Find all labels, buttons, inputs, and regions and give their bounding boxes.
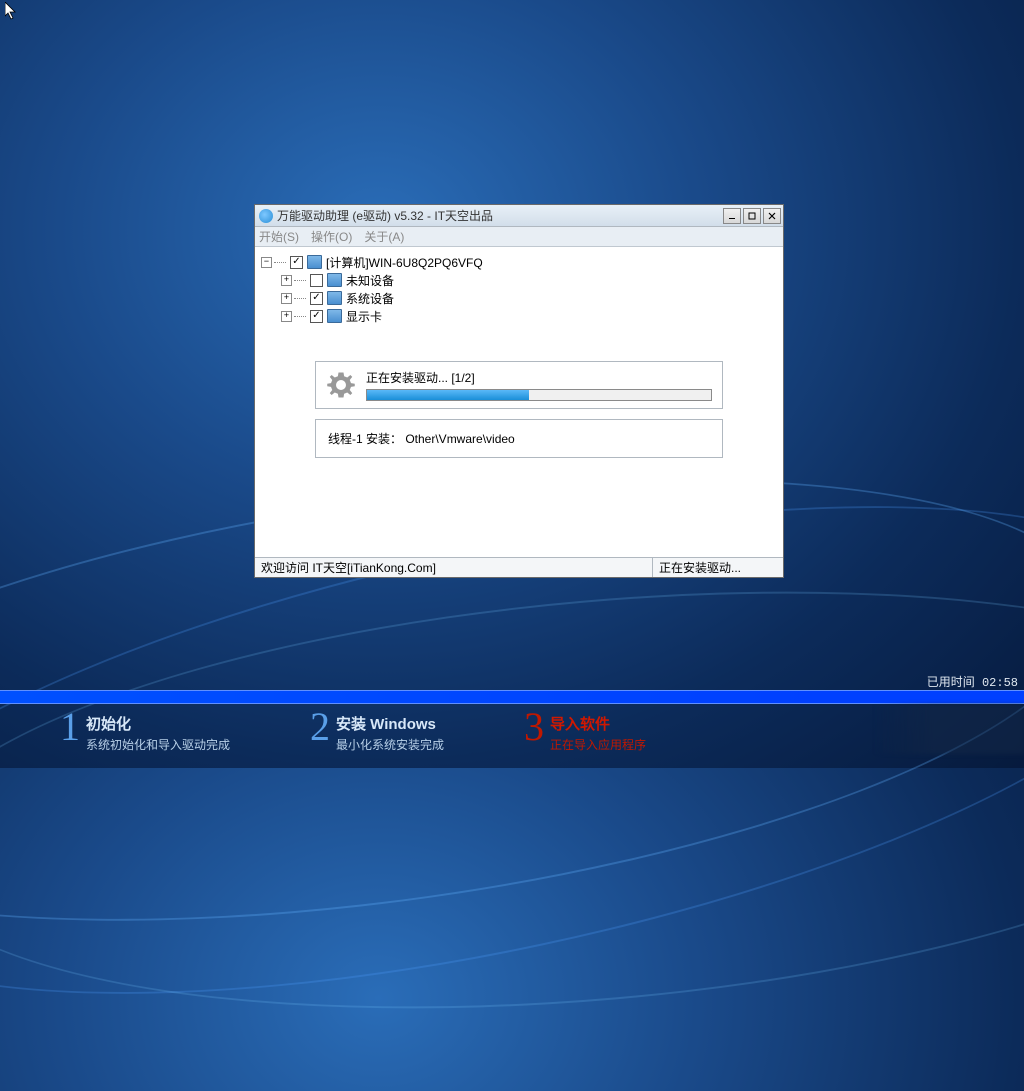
titlebar[interactable]: 万能驱动助理 (e驱动) v5.32 - IT天空出品 (255, 205, 783, 227)
status-activity: 正在安装驱动... (653, 558, 783, 577)
menu-about[interactable]: 关于(A) (364, 228, 404, 245)
expander-plus-icon[interactable]: + (281, 311, 292, 322)
app-icon (259, 209, 273, 223)
device-icon (327, 273, 342, 287)
minimize-button[interactable] (723, 208, 741, 224)
checkbox[interactable] (290, 256, 303, 269)
step-title: 初始化 (86, 713, 230, 734)
device-icon (327, 291, 342, 305)
computer-icon (307, 255, 322, 269)
progress-bar (366, 389, 712, 401)
menu-operation[interactable]: 操作(O) (311, 228, 352, 245)
step-number: 3 (524, 707, 544, 747)
step-1: 1 初始化 系统初始化和导入驱动完成 (60, 707, 230, 765)
menu-start[interactable]: 开始(S) (259, 228, 299, 245)
tree-node-unknown[interactable]: + 未知设备 (261, 271, 777, 289)
step-title: 安装 Windows (336, 713, 444, 734)
step-3: 3 导入软件 正在导入应用程序 (524, 707, 646, 765)
expander-minus-icon[interactable]: − (261, 257, 272, 268)
step-number: 2 (310, 707, 330, 747)
step-subtitle: 最小化系统安装完成 (336, 736, 444, 753)
step-subtitle: 正在导入应用程序 (550, 736, 646, 753)
checkbox[interactable] (310, 274, 323, 287)
maximize-button[interactable] (743, 208, 761, 224)
progress-panel: 正在安装驱动... [1/2] (315, 361, 723, 409)
elapsed-time: 已用时间 02:58 (927, 673, 1018, 690)
device-icon (327, 309, 342, 323)
step-number: 1 (60, 707, 80, 747)
tree-label: 未知设备 (346, 272, 394, 289)
statusbar: 欢迎访问 IT天空[iTianKong.Com] 正在安装驱动... (255, 557, 783, 577)
gear-icon (326, 370, 356, 400)
step-2: 2 安装 Windows 最小化系统安装完成 (310, 707, 444, 765)
step-subtitle: 系统初始化和导入驱动完成 (86, 736, 230, 753)
menubar: 开始(S) 操作(O) 关于(A) (255, 227, 783, 247)
thread-text: 线程-1 安装： Other\Vmware\video (328, 432, 515, 446)
install-steps: 1 初始化 系统初始化和导入驱动完成 2 安装 Windows 最小化系统安装完… (0, 707, 1024, 765)
step-title: 导入软件 (550, 713, 646, 734)
checkbox[interactable] (310, 310, 323, 323)
overall-progress-bar (0, 690, 1024, 704)
expander-plus-icon[interactable]: + (281, 293, 292, 304)
tree-label: [计算机]WIN-6U8Q2PQ6VFQ (326, 254, 483, 271)
tree-node-display[interactable]: + 显示卡 (261, 307, 777, 325)
tree-node-computer[interactable]: − [计算机]WIN-6U8Q2PQ6VFQ (261, 253, 777, 271)
checkbox[interactable] (310, 292, 323, 305)
tree-label: 系统设备 (346, 290, 394, 307)
close-button[interactable] (763, 208, 781, 224)
progress-label: 正在安装驱动... [1/2] (366, 369, 712, 386)
tree-node-system[interactable]: + 系统设备 (261, 289, 777, 307)
driver-installer-window: 万能驱动助理 (e驱动) v5.32 - IT天空出品 开始(S) 操作(O) … (254, 204, 784, 578)
thread-status-panel: 线程-1 安装： Other\Vmware\video (315, 419, 723, 458)
tree-label: 显示卡 (346, 308, 382, 325)
window-title: 万能驱动助理 (e驱动) v5.32 - IT天空出品 (277, 207, 723, 224)
status-link[interactable]: 欢迎访问 IT天空[iTianKong.Com] (255, 558, 653, 577)
cursor-icon (5, 2, 17, 20)
device-tree: − [计算机]WIN-6U8Q2PQ6VFQ + 未知设备 + 系统设备 + (255, 247, 783, 329)
expander-plus-icon[interactable]: + (281, 275, 292, 286)
